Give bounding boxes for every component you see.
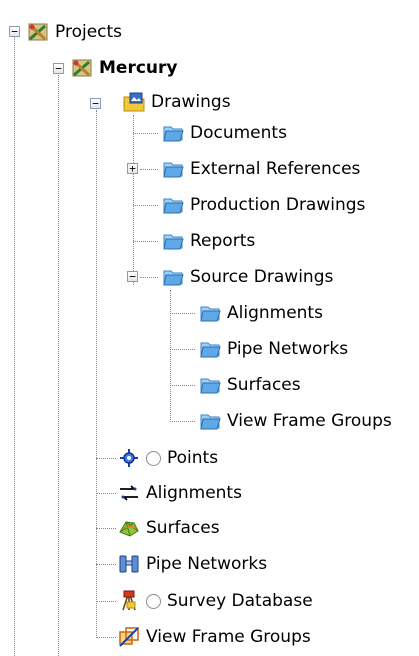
tree-node-reports[interactable]: Reports [162,223,255,259]
tree-connector [140,277,158,278]
tree-connector [96,601,116,602]
tree-node-label: Surfaces [227,375,301,395]
points-radio[interactable] [146,450,161,466]
folder-icon [162,122,184,144]
project-icon [71,57,93,79]
tree-node-pipe-networks[interactable]: Pipe Networks [118,546,267,582]
tree-node-projects[interactable]: Projects [27,14,122,50]
tree-node-label: Pipe Networks [146,554,268,574]
tree-node-points[interactable]: Points [118,440,218,476]
folder-icon [162,194,184,216]
tree-node-label: Mercury [99,58,178,78]
folder-icon [199,374,221,396]
collapse-toggle[interactable]: − [9,26,20,37]
tree-node-label: Documents [190,123,287,143]
tree-connector [58,70,59,656]
tree-node-label: Alignments [146,483,242,503]
tree-node-label: Alignments [227,303,323,323]
pipe-networks-icon [118,553,140,575]
prospector-tree: − − − + − Projects Mercury Drawings Docu… [0,0,419,656]
alignments-icon [118,482,140,504]
expand-toggle[interactable]: + [127,163,138,174]
tree-node-view-frame-groups[interactable]: View Frame Groups [118,619,311,655]
folder-icon [199,410,221,432]
tree-connector [140,169,158,170]
tree-connector [14,36,15,656]
tree-connector [96,564,116,565]
drawings-folder-icon [123,91,145,113]
folder-icon [199,302,221,324]
collapse-toggle[interactable]: − [53,63,64,74]
points-icon [118,447,140,469]
tree-connector [96,110,97,638]
tree-node-survey-database[interactable]: Survey Database [118,583,313,619]
tree-node-label: Reports [190,231,256,251]
tree-node-surfaces[interactable]: Surfaces [118,510,220,546]
tree-node-label: External References [190,159,361,179]
tree-node-label: Pipe Networks [227,339,349,359]
tree-node-label: View Frame Groups [146,627,311,647]
tree-node-label: Production Drawings [190,195,366,215]
collapse-toggle[interactable]: − [127,271,138,282]
folder-icon [162,158,184,180]
surfaces-icon [118,517,140,539]
tree-node-source-drawings[interactable]: Source Drawings [162,259,333,295]
tree-node-documents[interactable]: Documents [162,115,287,151]
tree-node-production-drawings[interactable]: Production Drawings [162,187,365,223]
tree-connector [96,637,116,638]
tree-connector [170,349,195,350]
folder-icon [199,338,221,360]
tree-node-label: Survey Database [167,591,313,611]
tree-node-label: Drawings [151,92,231,112]
tree-connector [170,313,195,314]
tree-connector [133,241,158,242]
tree-connector [96,493,116,494]
tree-node-project-mercury[interactable]: Mercury [71,50,177,86]
tree-node-label: View Frame Groups [227,411,392,431]
folder-icon [162,230,184,252]
tree-connector [96,528,116,529]
tree-connector [96,458,116,459]
tree-node-source-surfaces[interactable]: Surfaces [199,367,301,403]
tree-node-label: Source Drawings [190,267,334,287]
tree-connector [170,421,195,422]
folder-icon [162,266,184,288]
projects-icon [27,21,49,43]
survey-database-icon [118,590,140,612]
tree-connector [133,205,158,206]
tree-node-source-pipe-networks[interactable]: Pipe Networks [199,331,348,367]
tree-connector [133,133,158,134]
tree-node-label: Points [167,448,219,468]
tree-node-external-references[interactable]: External References [162,151,360,187]
tree-node-source-alignments[interactable]: Alignments [199,295,323,331]
collapse-toggle[interactable]: − [90,98,101,109]
tree-connector [170,290,171,422]
tree-node-alignments[interactable]: Alignments [118,475,242,511]
tree-connector [170,385,195,386]
tree-node-label: Projects [55,22,123,42]
tree-node-source-view-frame-groups[interactable]: View Frame Groups [199,403,392,439]
survey-database-radio[interactable] [146,593,161,609]
tree-connector [133,115,134,285]
tree-node-label: Surfaces [146,518,220,538]
view-frame-groups-icon [118,626,140,648]
